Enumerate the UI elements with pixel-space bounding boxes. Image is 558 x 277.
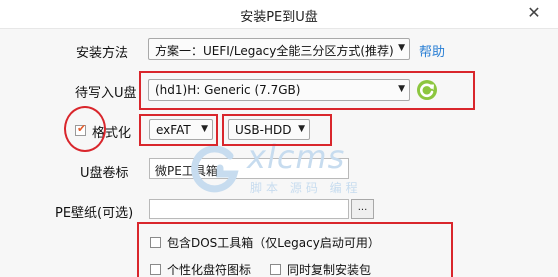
volume-label-input[interactable]: 微PE工具箱 <box>149 158 349 179</box>
install-method-select[interactable]: 方案一：UEFI/Legacy全能三分区方式(推荐) ▼ <box>148 38 410 60</box>
filesystem-value: exFAT <box>156 123 191 137</box>
custom-icon-checkbox[interactable] <box>150 264 161 275</box>
install-method-label: 安装方法 <box>76 46 129 61</box>
copy-installer-label: 同时复制安装包 <box>287 263 372 277</box>
include-dos-checkbox[interactable] <box>150 237 161 248</box>
include-dos-label: 包含DOS工具箱（仅Legacy启动可用） <box>167 236 380 250</box>
wallpaper-input[interactable] <box>149 199 349 219</box>
browse-button[interactable]: ... <box>351 199 374 219</box>
install-pe-dialog: 安装PE到U盘 ✕ 安装方法 方案一：UEFI/Legacy全能三分区方式(推荐… <box>0 0 558 277</box>
target-disk-value: (hd1)H: Generic (7.7GB) <box>155 83 301 97</box>
copy-installer-checkbox[interactable] <box>270 264 281 275</box>
close-icon[interactable]: ✕ <box>524 3 544 23</box>
window-title: 安装PE到U盘 <box>240 10 318 25</box>
chevron-down-icon: ▼ <box>298 124 305 134</box>
chevron-down-icon: ▼ <box>398 84 405 94</box>
chevron-down-icon: ▼ <box>201 124 208 134</box>
target-disk-label: 待写入U盘 <box>75 86 137 101</box>
help-link[interactable]: 帮助 <box>419 41 445 60</box>
custom-icon-label: 个性化盘符图标 <box>167 263 252 277</box>
watermark-subtitle: 脚本 源码 编程 <box>250 181 362 195</box>
wallpaper-label: PE壁纸(可选) <box>55 206 134 221</box>
refresh-icon[interactable] <box>415 79 439 101</box>
format-label: 格式化 <box>92 126 132 141</box>
volume-label-label: U盘卷标 <box>80 166 129 181</box>
check-icon: ✔ <box>77 122 87 135</box>
target-disk-select[interactable]: (hd1)H: Generic (7.7GB) ▼ <box>148 79 410 101</box>
volume-label-value: 微PE工具箱 <box>155 164 218 178</box>
format-checkbox[interactable]: ✔ <box>75 122 87 136</box>
filesystem-select[interactable]: exFAT ▼ <box>149 119 213 140</box>
chevron-down-icon: ▼ <box>398 43 405 53</box>
install-method-value: 方案一：UEFI/Legacy全能三分区方式(推荐) <box>155 44 394 58</box>
boot-mode-select[interactable]: USB-HDD ▼ <box>228 119 310 140</box>
title-bar: 安装PE到U盘 ✕ <box>0 0 558 29</box>
boot-mode-value: USB-HDD <box>235 123 292 137</box>
